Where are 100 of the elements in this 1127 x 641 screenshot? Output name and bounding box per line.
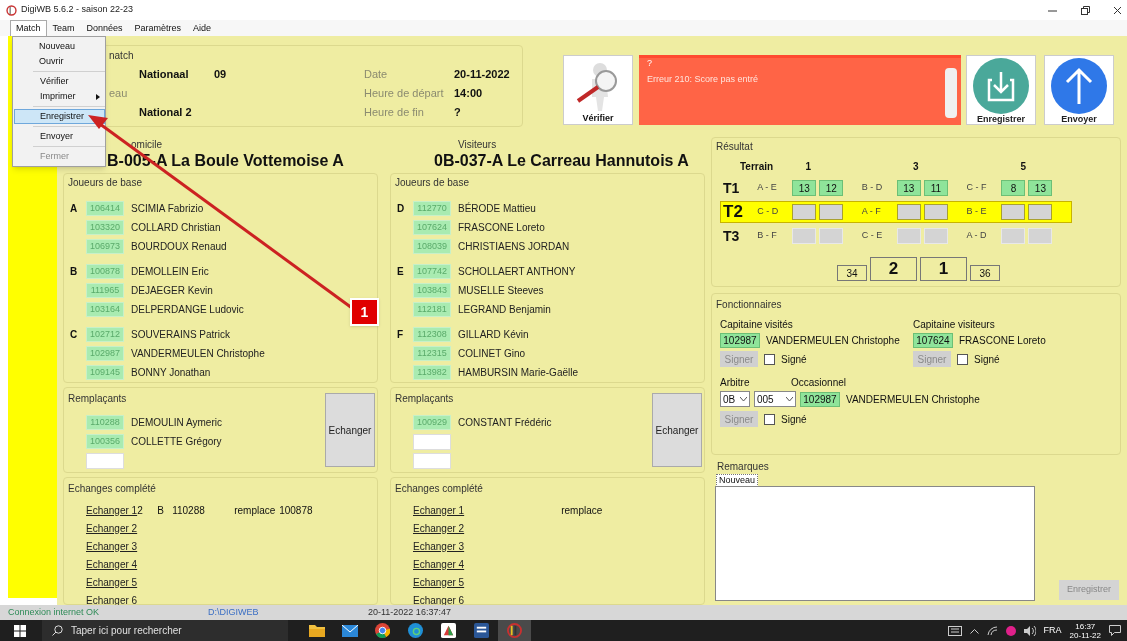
round-row[interactable]: T1 A - E 13 12 B - D 13 11 C - F 8 13 — [720, 177, 1072, 199]
exchange-link[interactable]: Echanger 2 — [86, 520, 138, 536]
edge-browser-icon[interactable] — [408, 623, 423, 638]
app-logo-icon[interactable] — [507, 623, 522, 638]
save-button[interactable]: Enregistrer — [966, 55, 1036, 125]
incoming-player-id: 110288 — [172, 504, 205, 516]
division: Nationaal — [139, 67, 190, 83]
captain-label: Capitaine visiteurs — [913, 318, 996, 331]
score-field[interactable]: 11 — [923, 180, 948, 196]
menu-bar-item[interactable]: Match — [10, 20, 47, 36]
empty-id-field[interactable] — [86, 452, 124, 469]
group-label: Fonctionnaires — [715, 298, 783, 311]
remarks-field[interactable] — [716, 487, 1034, 600]
clock-time[interactable]: 16:37 — [1075, 621, 1096, 631]
score-field[interactable]: 12 — [819, 180, 844, 196]
score-field[interactable] — [923, 204, 948, 220]
exchange-verb: remplace — [561, 504, 603, 516]
status-text: D:\DIGIWEB — [208, 605, 260, 619]
menu-bar-item[interactable]: Données — [80, 20, 129, 36]
terrain-number: 1 — [805, 160, 811, 172]
menu-bar-item[interactable]: Aide — [187, 20, 218, 36]
empty-id-field[interactable] — [413, 452, 451, 469]
player-name: VANDERMEULEN Christophe — [131, 347, 265, 361]
group-label: Remplaçants — [394, 392, 455, 405]
mail-icon[interactable] — [341, 624, 358, 637]
windows-start-icon[interactable] — [14, 624, 26, 637]
restore-icon[interactable] — [1081, 5, 1090, 15]
score-field[interactable] — [1028, 204, 1053, 220]
player-name: DEMOLLEIN Eric — [131, 265, 209, 279]
pairing: C - F — [966, 181, 988, 195]
taskbar-search-field[interactable]: Taper ici pour rechercher — [42, 620, 288, 641]
group-letter: A — [70, 203, 78, 214]
menu-item[interactable]: Ouvrir — [13, 54, 105, 69]
record-icon[interactable] — [1005, 625, 1016, 636]
player-name: MUSELLE Steeves — [458, 284, 544, 298]
send-button[interactable]: Envoyer — [1044, 55, 1114, 125]
menu-bar-item[interactable]: Paramètres — [128, 20, 188, 36]
player-name: SOUVERAINS Patrick — [131, 328, 230, 342]
swap-button[interactable]: Echanger — [325, 393, 375, 467]
exchange-link[interactable]: Echanger 4 — [413, 556, 465, 572]
selected-round-row[interactable]: T2 C - D A - F B - E — [720, 201, 1072, 223]
score-field[interactable]: 13 — [1028, 180, 1053, 196]
verify-button[interactable]: Vérifier — [563, 55, 633, 125]
score-field[interactable] — [1001, 204, 1026, 220]
exchange-link[interactable]: Echanger 1 — [86, 502, 138, 518]
document-app-icon[interactable] — [474, 623, 489, 638]
round-label: T2 — [722, 201, 744, 224]
team-name: 0B-037-A Le Carreau Hannutois A — [434, 151, 689, 171]
folder-icon[interactable] — [308, 624, 325, 637]
menu-item[interactable]: Envoyer — [14, 129, 105, 144]
browser-icon[interactable] — [375, 623, 390, 638]
exchange-link[interactable]: Echanger 1 — [413, 502, 465, 518]
exchange-link[interactable]: Echanger 3 — [413, 538, 465, 554]
search-icon — [52, 625, 63, 636]
network-icon[interactable] — [986, 625, 998, 636]
clock-date[interactable]: 20-11-22 — [1069, 630, 1101, 640]
score-field[interactable]: 13 — [896, 180, 921, 196]
home-points: 34 — [837, 265, 867, 281]
player-name: BOURDOUX Renaud — [131, 240, 227, 254]
annotation-badge: 1 — [350, 298, 379, 326]
menu-item[interactable]: Vérifier — [14, 74, 105, 89]
score-field[interactable]: 8 — [1001, 180, 1026, 196]
exchange-verb: remplace — [234, 504, 276, 516]
score-field[interactable] — [792, 204, 817, 220]
player-name: BÉRODE Mattieu — [458, 201, 536, 216]
group-label: Joueurs de base — [67, 176, 143, 189]
exchange-link[interactable]: Echanger 4 — [86, 556, 138, 572]
score-field[interactable]: 13 — [792, 180, 817, 196]
group-label: Joueurs de base — [394, 176, 470, 189]
menu-bar-item[interactable]: Team — [46, 20, 81, 36]
round-label: T3 — [722, 226, 741, 246]
exchange-link[interactable]: Echanger 2 — [413, 520, 465, 536]
notifications-icon[interactable] — [1109, 625, 1121, 636]
menu-item[interactable]: Enregistrer — [14, 109, 105, 124]
team-side-label: Visiteurs — [458, 138, 497, 151]
pairing: A - F — [861, 205, 882, 219]
speaker-icon[interactable] — [1023, 625, 1036, 636]
language-indicator[interactable]: FRA — [1043, 623, 1062, 638]
exchange-link[interactable]: Echanger 5 — [413, 574, 465, 590]
score-field[interactable] — [896, 204, 921, 220]
field-label: Date — [364, 67, 389, 83]
score-field[interactable] — [819, 204, 844, 220]
field-label: Heure de fin — [364, 105, 425, 121]
error-message: Erreur 210: Score pas entré — [647, 73, 760, 86]
chevron-up-icon[interactable] — [969, 627, 979, 634]
close-icon[interactable] — [1114, 5, 1121, 15]
menu-item[interactable]: Imprimer — [14, 89, 105, 104]
swap-button[interactable]: Echanger — [652, 393, 702, 467]
exchange-link[interactable]: Echanger 3 — [86, 538, 138, 554]
group-label: Remarques — [716, 460, 770, 472]
empty-id-field[interactable] — [413, 433, 451, 450]
menu-item[interactable]: Nouveau — [13, 39, 105, 54]
keyboard-icon[interactable] — [947, 625, 962, 636]
exchange-link[interactable]: Echanger 5 — [86, 574, 138, 590]
app-icon[interactable] — [441, 623, 456, 638]
exchange-link[interactable]: Echanger 6 — [86, 592, 138, 608]
exchange-link[interactable]: Echanger 6 — [413, 592, 465, 608]
download-icon — [973, 58, 1029, 114]
scrollbar[interactable] — [945, 68, 957, 118]
pairing: C - E — [861, 229, 884, 243]
